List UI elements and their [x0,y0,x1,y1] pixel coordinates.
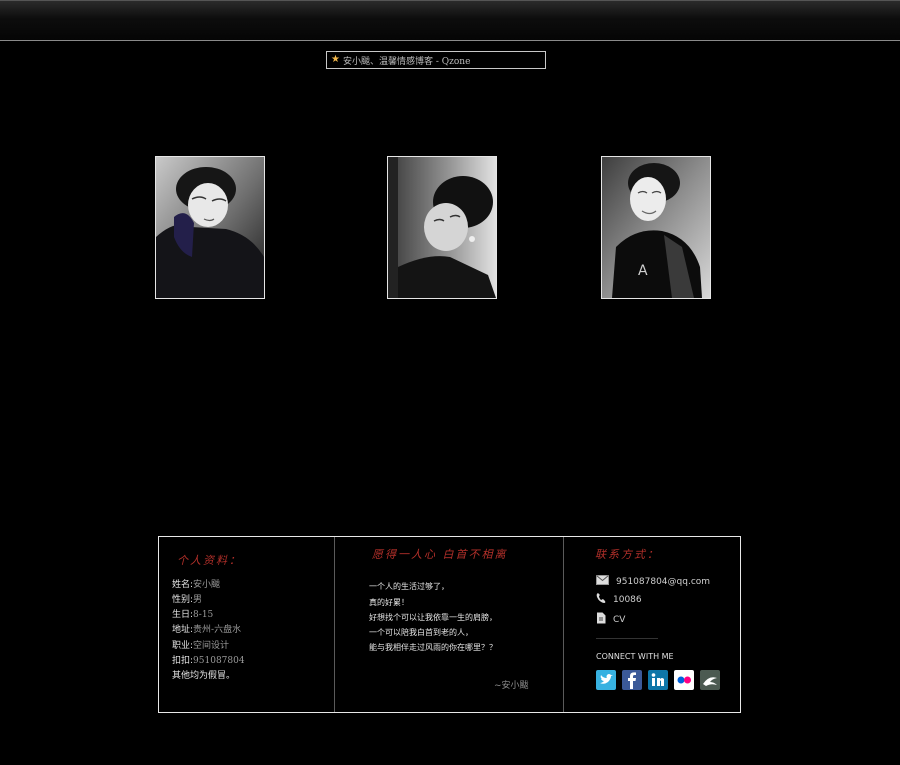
signature: ~安小颰 [494,681,529,691]
email-text[interactable]: 951087804@qq.com [616,577,710,587]
profile-line-name: 姓名:安小颰 [172,580,221,590]
poem-line: 真的好累！ [369,598,409,607]
footer-panel: 个人资料： 姓名:安小颰 性别:男 生日:8-15 地址:贵州-六盘水 职业:空… [158,536,741,713]
poem-line: 好想找个可以让我依靠一生的肩膀， [369,613,497,622]
page-title: 安小颰、温馨情感博客 - Qzone [342,56,471,67]
profile-heading: 个人资料： [177,554,242,567]
deviantart-icon[interactable] [700,670,720,690]
linkedin-icon[interactable] [648,670,668,690]
profile-line-birthday: 生日:8-15 [172,610,214,620]
phone-text: 10086 [613,594,642,605]
contact-heading: 联系方式： [595,548,660,561]
phone-icon [596,592,606,607]
phone-row: 10086 [596,592,642,607]
contact-column: 联系方式： 951087804@qq.com 10086 CV CONNECT … [563,537,740,712]
connect-label: CONNECT WITH ME [596,652,674,661]
profile-line-job: 职业:空间设计 [172,641,230,651]
twitter-icon[interactable] [596,670,616,690]
profile-note: 其他均为假冒。 [172,671,236,681]
profile-column: 个人资料： 姓名:安小颰 性别:男 生日:8-15 地址:贵州-六盘水 职业:空… [159,537,335,712]
poem-line: 能与我相伴走过风雨的你在哪里？？ [369,643,497,652]
envelope-icon [596,575,609,588]
quote-heading: 愿得一人心 白首不相离 [372,548,508,561]
photo-1[interactable] [155,156,265,299]
document-icon [596,612,606,627]
cv-link[interactable]: CV [613,615,625,625]
poem-line: 一个可以陪我白首到老的人， [369,628,473,637]
profile-line-address: 地址:贵州-六盘水 [172,625,242,635]
photo-2[interactable] [387,156,497,299]
quote-column: 愿得一人心 白首不相离 一个人的生活过够了， 真的好累！ 好想找个可以让我依靠一… [334,537,564,712]
divider [596,638,658,639]
poem-line: 一个人的生活过够了， [369,582,449,591]
email-row[interactable]: 951087804@qq.com [596,575,710,588]
facebook-icon[interactable] [622,670,642,690]
cv-row[interactable]: CV [596,612,625,627]
star-icon: ★ [331,54,340,65]
photo-3[interactable]: A [601,156,711,299]
svg-text:A: A [638,263,648,279]
flickr-icon[interactable] [674,670,694,690]
top-bar [0,0,900,41]
profile-line-qq: 扣扣:951087804 [172,656,245,666]
profile-line-gender: 性别:男 [172,595,203,605]
page-title-box: ★ 安小颰、温馨情感博客 - Qzone [326,51,546,69]
